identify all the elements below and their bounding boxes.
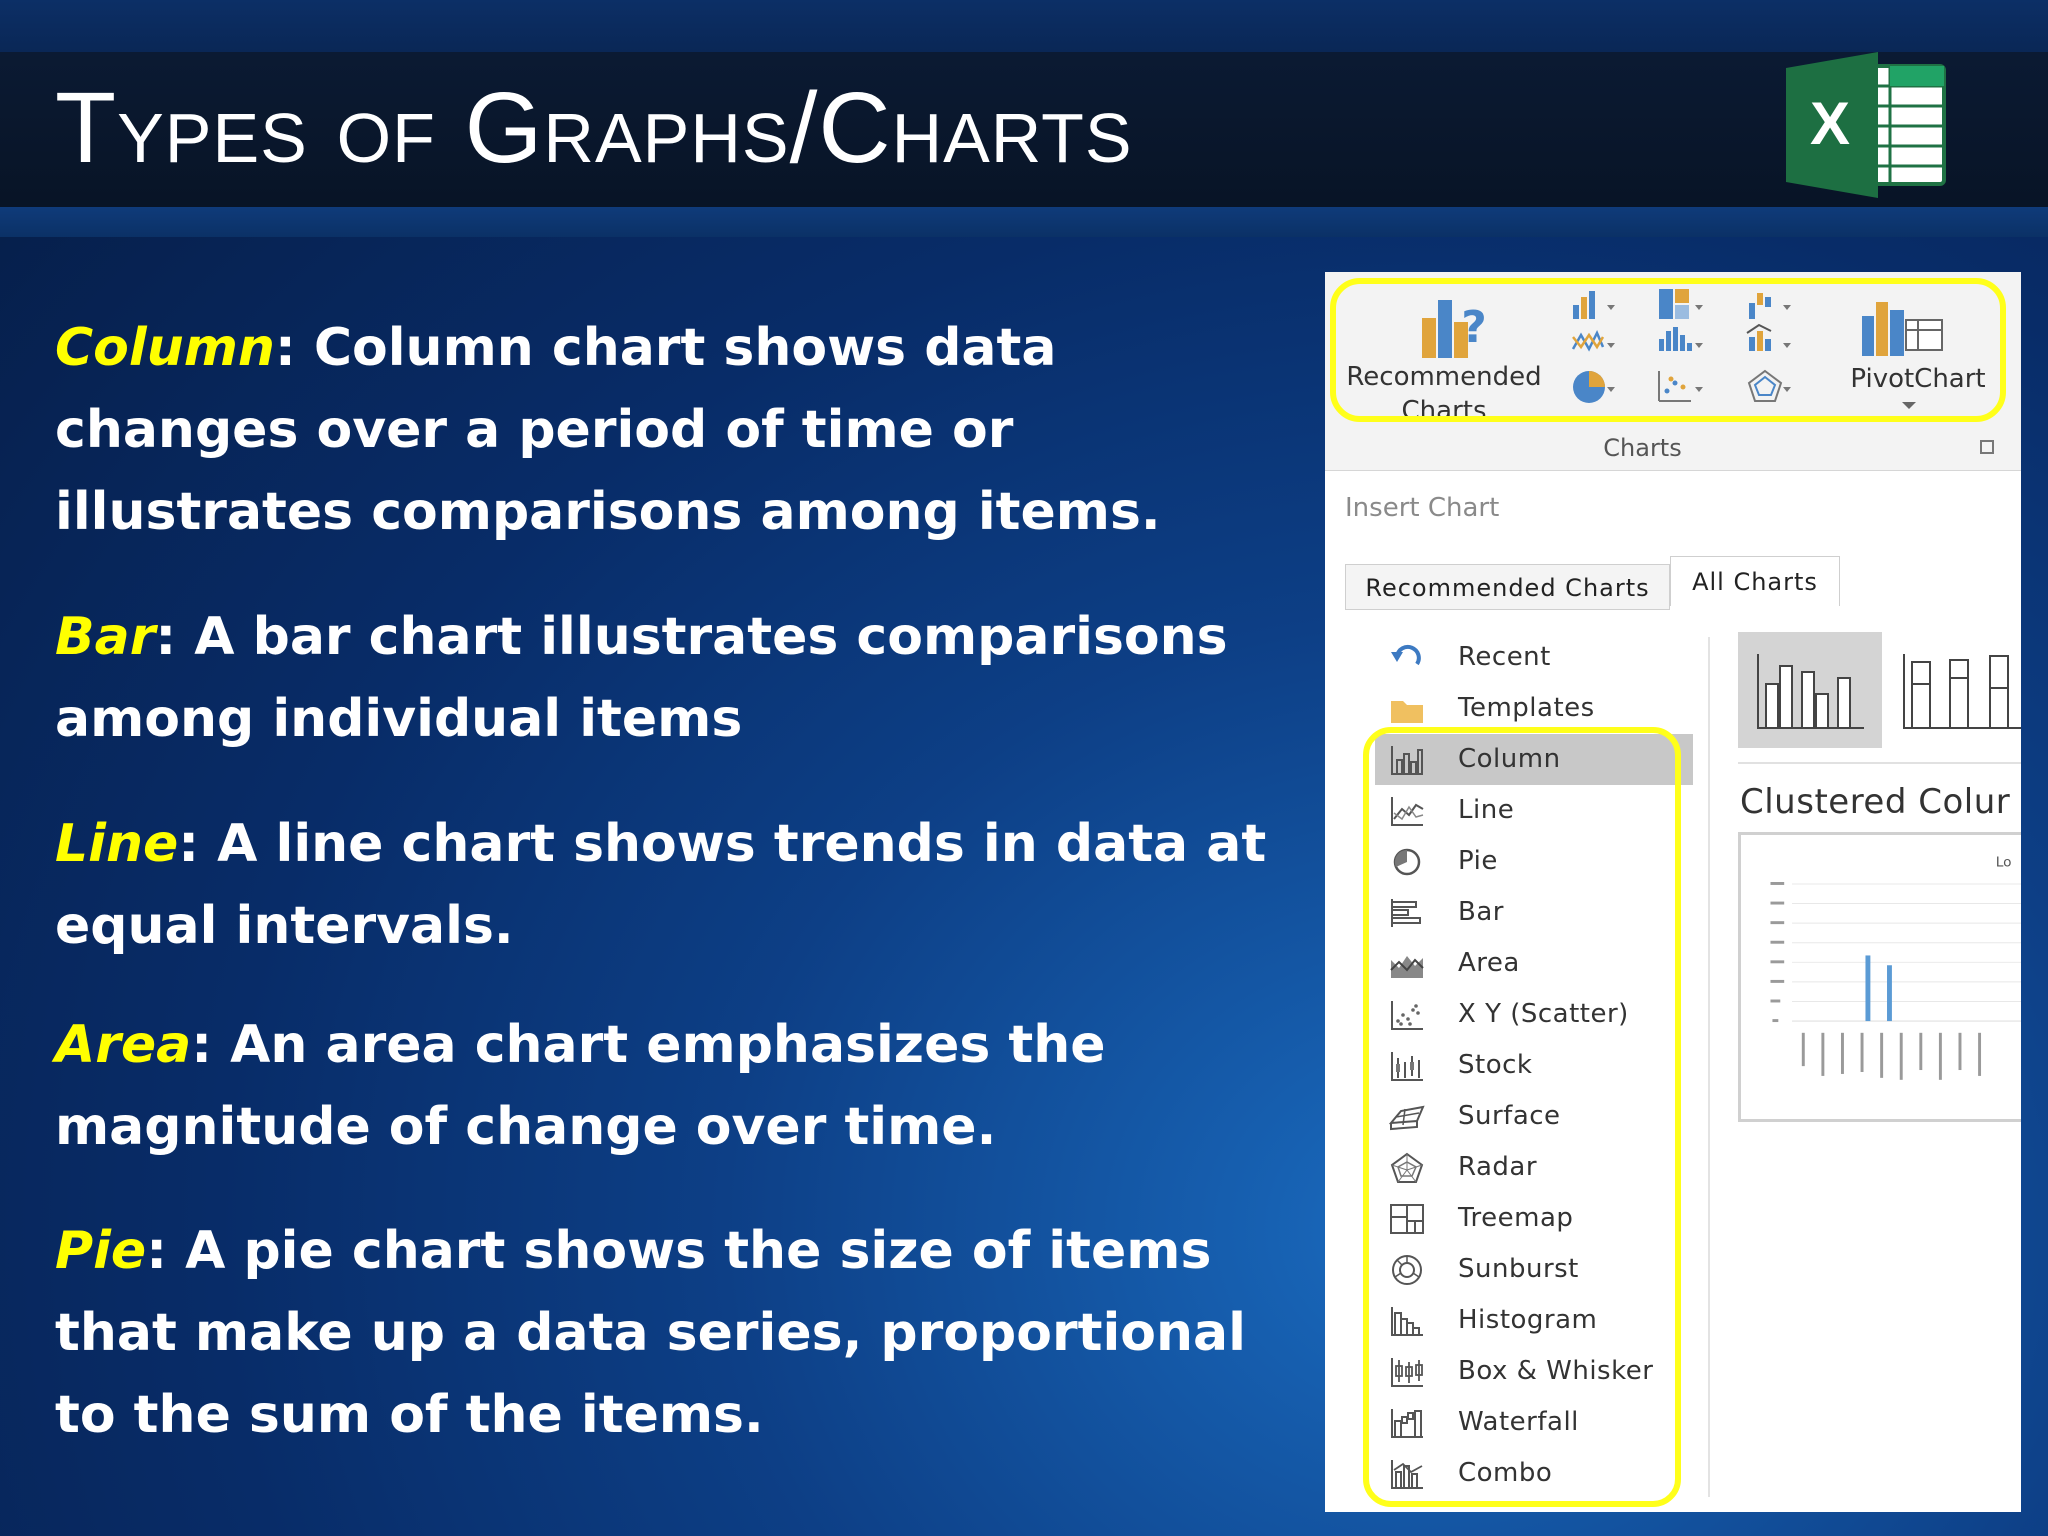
svg-text:X: X	[1810, 90, 1850, 157]
charts-group-label: Charts	[1603, 434, 1682, 462]
insert-chart-dialog-title: Insert Chart	[1345, 493, 1500, 523]
desc-area: : An area chart emphasizes the magnitude…	[55, 1015, 1106, 1157]
desc-line: : A line chart shows trends in data at e…	[55, 814, 1267, 956]
excel-insert-chart-screenshot: ? Recommended Charts PivotChart Charts I…	[1325, 272, 2021, 1512]
chart-type-label: Recent	[1458, 642, 1551, 672]
item-bar: Bar: A bar chart illustrates comparisons…	[55, 596, 1315, 760]
dialog-launcher-icon[interactable]	[1980, 440, 1994, 454]
preview-corner-text: Lo	[1996, 854, 2012, 870]
term-pie: Pie	[55, 1221, 147, 1281]
chart-subtype-name: Clustered Colur	[1740, 782, 2011, 822]
chart-list-highlight-outline	[1363, 727, 1681, 1507]
stacked-column-thumbnail[interactable]	[1890, 632, 2021, 748]
recent-icon	[1391, 644, 1421, 666]
desc-bar: : A bar chart illustrates comparisons am…	[55, 607, 1228, 749]
pane-divider	[1708, 637, 1710, 1497]
term-line: Line	[55, 814, 179, 874]
tab-all-charts[interactable]: All Charts	[1670, 556, 1840, 606]
term-column: Column	[55, 318, 275, 378]
chart-preview[interactable]: Lo	[1738, 832, 2021, 1122]
term-bar: Bar	[55, 607, 156, 667]
item-pie: Pie: A pie chart shows the size of items…	[55, 1210, 1315, 1456]
item-line: Line: A line chart shows trends in data …	[55, 803, 1315, 967]
clustered-column-thumbnail[interactable]	[1738, 632, 1882, 748]
item-column: Column: Column chart shows data changes …	[55, 307, 1315, 553]
charts-ribbon-group: ? Recommended Charts PivotChart Charts	[1325, 272, 2021, 471]
folder-icon	[1391, 701, 1423, 723]
thumbnail-separator	[1738, 762, 2021, 764]
title-underband	[0, 207, 2048, 237]
desc-pie: : A pie chart shows the size of items th…	[55, 1221, 1246, 1445]
ribbon-highlight-outline	[1330, 278, 2006, 422]
top-band	[0, 0, 2048, 52]
term-area: Area	[55, 1015, 192, 1075]
item-area: Area: An area chart emphasizes the magni…	[55, 1004, 1315, 1168]
slide-title: Types of Graphs/Charts	[55, 72, 1133, 184]
chart-type-recent[interactable]: Recent	[1375, 632, 1695, 683]
tab-recommended-charts[interactable]: Recommended Charts	[1345, 564, 1670, 610]
excel-logo: X	[1786, 52, 1946, 198]
